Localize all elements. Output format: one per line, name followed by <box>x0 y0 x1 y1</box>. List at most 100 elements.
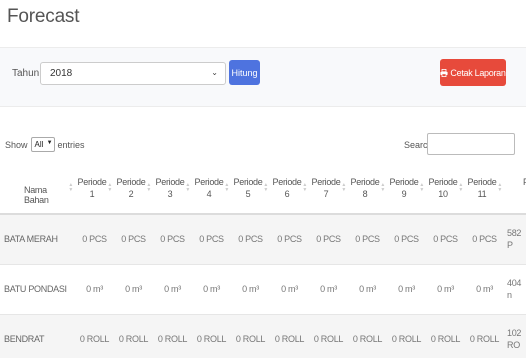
year-label: Tahun <box>12 68 40 79</box>
page-title: Forecast <box>7 6 80 27</box>
cell-period-value-line: 582 <box>507 228 522 239</box>
column-header-label: Periode <box>116 176 146 187</box>
cell-period-value: 0 PCS <box>75 213 114 264</box>
column-header-label: Nama Bahan <box>24 184 49 205</box>
column-header-periode[interactable]: Periode 11 ▲ ▼ <box>465 162 504 215</box>
sort-icon: ▲ ▼ <box>458 182 463 193</box>
entries-label: entries <box>57 139 85 150</box>
cell-period-value: 0 ROLL <box>309 313 348 358</box>
cell-period-value: 0 PCS <box>426 213 465 264</box>
cell-period-value: 0 m³ <box>465 263 504 314</box>
column-header-periode[interactable]: Per1 <box>504 162 526 215</box>
sort-icon: ▲ ▼ <box>146 182 151 193</box>
sort-icon: ▲ ▼ <box>107 182 112 193</box>
column-header-periode[interactable]: Periode 1 ▲ ▼ <box>75 162 114 215</box>
cell-nama-bahan: BENDRAT <box>0 313 75 358</box>
column-header-periode[interactable]: Periode 5 ▲ ▼ <box>231 162 270 215</box>
cell-period-value-line: n <box>507 290 512 300</box>
column-header-number: 8 <box>362 188 368 199</box>
forecast-table-wrapper: Nama Bahan ▲ ▼ Periode 1 ▲ ▼ Periode 2 ▲ ▼ Period… <box>0 162 526 358</box>
cell-period-value: 0 ROLL <box>153 313 192 358</box>
column-header-number: 1 <box>506 188 526 200</box>
cell-period-value: 0 m³ <box>309 263 348 314</box>
column-header-number: 10 <box>438 188 448 199</box>
year-select[interactable]: 2018 ⌄ <box>40 62 226 85</box>
sort-icon: ▲ ▼ <box>497 182 502 193</box>
cell-nama-bahan: BATA MERAH <box>0 213 75 264</box>
cell-period-value-line: P <box>507 240 513 251</box>
sort-icon: ▲ ▼ <box>341 182 346 193</box>
entries-select[interactable]: All ▼ <box>30 137 55 152</box>
column-header-number: 7 <box>323 188 329 199</box>
cell-period-value: 0 m³ <box>192 263 231 314</box>
column-header-periode[interactable]: Periode 4 ▲ ▼ <box>192 162 231 215</box>
cell-period-value: 0 PCS <box>153 213 192 264</box>
column-header-label: Periode <box>77 176 107 187</box>
print-icon <box>440 68 449 77</box>
column-header-label: Periode <box>194 176 224 187</box>
column-header-number: 6 <box>284 188 290 199</box>
print-report-label: Cetak Laporan <box>450 67 506 78</box>
cell-period-value: 0 m³ <box>153 263 192 314</box>
chevron-down-icon: ▼ <box>46 140 53 146</box>
column-header-periode[interactable]: Periode 10 ▲ ▼ <box>426 162 465 215</box>
column-header-number: 9 <box>401 188 407 199</box>
table-header-row: Nama Bahan ▲ ▼ Periode 1 ▲ ▼ Periode 2 ▲ ▼ Period… <box>0 162 526 215</box>
cell-period-value: 0 m³ <box>75 263 114 314</box>
column-header-periode[interactable]: Periode 3 ▲ ▼ <box>153 162 192 215</box>
search-input[interactable] <box>427 133 515 155</box>
cell-period-value: 0 m³ <box>114 263 153 314</box>
column-header-label: Periode <box>311 176 341 187</box>
cell-period-value: 0 ROLL <box>348 313 387 358</box>
cell-period-value: 0 ROLL <box>231 313 270 358</box>
cell-period-value: 0 ROLL <box>387 313 426 358</box>
cell-period-value: 0 PCS <box>309 213 348 264</box>
cell-period-value: 0 PCS <box>192 213 231 264</box>
sort-icon: ▲ ▼ <box>302 182 307 193</box>
column-header-periode[interactable]: Periode 2 ▲ ▼ <box>114 162 153 215</box>
column-header-label: Periode <box>272 176 302 187</box>
table-row: BATA MERAH 0 PCS 0 PCS 0 PCS 0 PCS 0 PCS 0 PCS… <box>0 213 526 264</box>
chevron-down-icon: ⌄ <box>211 68 218 77</box>
cell-period-value: 0 PCS <box>114 213 153 264</box>
column-header-label: Periode <box>467 176 497 187</box>
column-header-periode[interactable]: Periode 9 ▲ ▼ <box>387 162 426 215</box>
cell-period-value: 0 PCS <box>270 213 309 264</box>
cell-period-value: 0 PCS <box>231 213 270 264</box>
cell-period-value: 0 m³ <box>426 263 465 314</box>
cell-period-value: 0 ROLL <box>192 313 231 358</box>
cell-period-value-line: RO <box>507 340 520 351</box>
column-header-number: 3 <box>167 188 173 199</box>
sort-icon: ▲ ▼ <box>185 182 190 193</box>
cell-period-value: 102 RO <box>504 313 526 358</box>
cell-period-value-line: 404 <box>507 278 522 288</box>
hitung-button[interactable]: Hitung <box>229 60 260 85</box>
cell-period-value: 0 PCS <box>465 213 504 264</box>
column-header-periode[interactable]: Periode 6 ▲ ▼ <box>270 162 309 215</box>
cell-period-value: 0 m³ <box>231 263 270 314</box>
entries-select-value: All <box>34 140 44 149</box>
cell-period-value: 0 PCS <box>348 213 387 264</box>
column-header-label: Periode <box>155 176 185 187</box>
cell-period-value: 0 m³ <box>348 263 387 314</box>
column-header-nama-bahan[interactable]: Nama Bahan ▲ ▼ <box>0 162 75 215</box>
entries-length-control: Show All ▼ entries <box>5 137 85 152</box>
forecast-table: Nama Bahan ▲ ▼ Periode 1 ▲ ▼ Periode 2 ▲ ▼ Period… <box>0 162 526 358</box>
column-header-periode[interactable]: Periode 8 ▲ ▼ <box>348 162 387 215</box>
column-header-number: 11 <box>477 188 487 199</box>
table-row: BATU PONDASI 0 m³ 0 m³ 0 m³ 0 m³ 0 m³ 0 m³ 0 m³… <box>0 263 526 314</box>
cell-period-value: 582 P <box>504 213 526 264</box>
column-header-number: 1 <box>89 188 95 199</box>
sort-icon: ▲ ▼ <box>380 182 385 193</box>
cell-period-value: 0 ROLL <box>114 313 153 358</box>
sort-icon: ▲ ▼ <box>419 182 424 193</box>
column-header-number: 2 <box>128 188 134 199</box>
show-label: Show <box>5 139 28 150</box>
column-header-label: Periode <box>428 176 458 187</box>
column-header-periode[interactable]: Periode 7 ▲ ▼ <box>309 162 348 215</box>
table-row: BENDRAT 0 ROLL 0 ROLL 0 ROLL 0 ROLL 0 ROLL 0 R… <box>0 313 526 358</box>
cell-nama-bahan: BATU PONDASI <box>0 263 75 314</box>
print-report-button[interactable]: Cetak Laporan <box>440 59 506 86</box>
year-select-value: 2018 <box>50 68 73 79</box>
cell-period-value: 0 PCS <box>387 213 426 264</box>
